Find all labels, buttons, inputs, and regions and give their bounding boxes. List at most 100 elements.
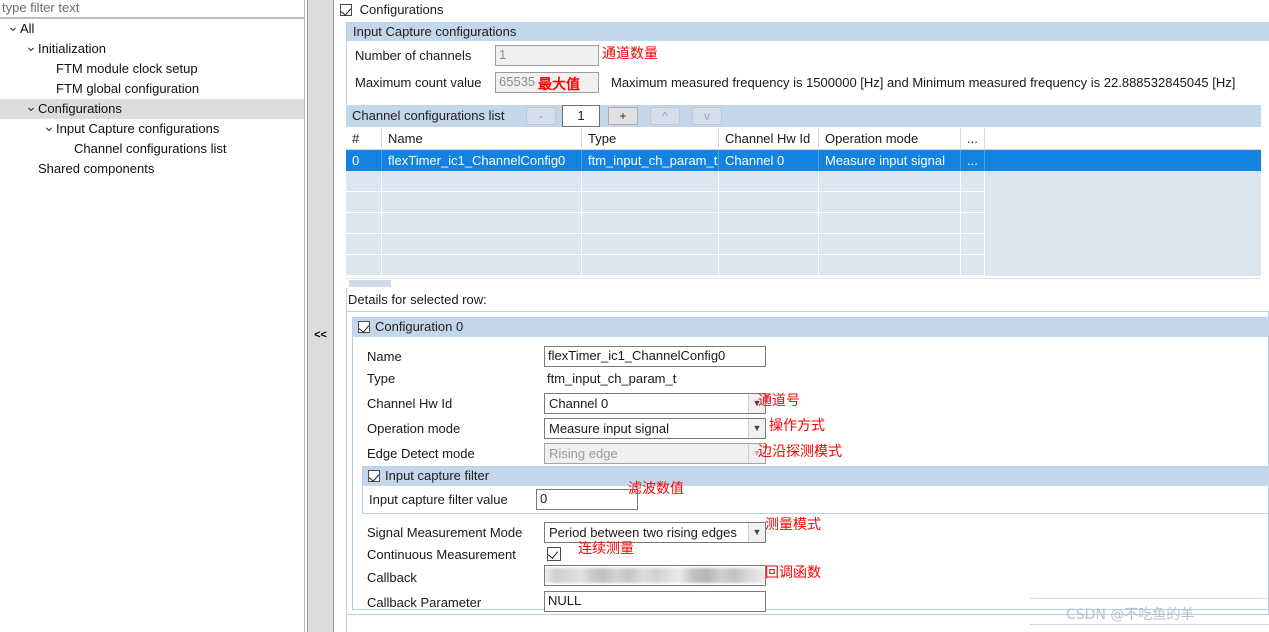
input-capture-filter-title-bar bbox=[363, 467, 1269, 486]
table-cell bbox=[819, 255, 961, 276]
annotation-edge-detect: 边沿探测模式 bbox=[758, 444, 842, 460]
configurations-checkbox[interactable] bbox=[340, 4, 352, 16]
signal-measurement-mode-label: Signal Measurement Mode bbox=[367, 525, 523, 540]
channel-count-input[interactable]: 1 bbox=[562, 105, 600, 127]
channel-list-toolbar: Channel configurations list - 1 + ^ v bbox=[346, 105, 1261, 127]
collapse-panel-button[interactable]: << bbox=[311, 329, 330, 341]
tree-item-shared-components[interactable]: Shared components bbox=[0, 159, 304, 179]
chevron-down-icon[interactable]: ⌄ bbox=[42, 119, 56, 133]
table-row[interactable] bbox=[346, 192, 1261, 213]
application-window: type filter text ⌄All ⌄Initialization FTM… bbox=[0, 0, 1269, 632]
operation-mode-dropdown[interactable]: Measure input signal ▼ bbox=[544, 418, 766, 439]
table-cell bbox=[346, 213, 382, 234]
table-body: 0 flexTimer_ic1_ChannelConfig0 ftm_input_c… bbox=[346, 150, 1261, 276]
input-capture-group-title: Input Capture configurations bbox=[347, 23, 1269, 41]
table-row[interactable] bbox=[346, 255, 1261, 276]
input-capture-filter-checkbox[interactable] bbox=[368, 470, 380, 482]
table-cell bbox=[961, 192, 985, 213]
edge-detect-mode-value: Rising edge bbox=[549, 446, 618, 461]
name-label: Name bbox=[367, 349, 402, 364]
tree-item-all[interactable]: ⌄All bbox=[0, 19, 304, 39]
table-cell-filler bbox=[985, 150, 1261, 171]
tree-item-input-capture-configurations[interactable]: ⌄Input Capture configurations bbox=[0, 119, 304, 139]
annotation-filter-value: 滤波数值 bbox=[628, 481, 684, 497]
configuration-editor: Configurations Input Capture configurati… bbox=[338, 0, 1269, 632]
details-section-label: Details for selected row: bbox=[348, 292, 487, 307]
table-cell bbox=[382, 192, 582, 213]
table-cell-filler bbox=[985, 192, 1261, 213]
table-row[interactable] bbox=[346, 213, 1261, 234]
tree-item-ftm-global-configuration[interactable]: FTM global configuration bbox=[0, 79, 304, 99]
tree-filter-box[interactable]: type filter text bbox=[0, 0, 305, 18]
table-cell bbox=[382, 213, 582, 234]
tree-item-channel-configurations-list[interactable]: Channel configurations list bbox=[0, 139, 304, 159]
table-cell bbox=[582, 171, 719, 192]
edge-detect-mode-dropdown[interactable]: Rising edge ▼ bbox=[544, 443, 766, 464]
tree-item-label: Shared components bbox=[38, 161, 155, 176]
table-cell bbox=[382, 255, 582, 276]
chevron-down-icon: ▼ bbox=[748, 419, 765, 438]
input-capture-filter-value-input[interactable]: 0 bbox=[536, 489, 638, 510]
annotation-channel-count: 通道数量 bbox=[602, 46, 658, 62]
type-value: ftm_input_ch_param_t bbox=[547, 371, 677, 386]
tree-filter-placeholder: type filter text bbox=[2, 0, 80, 15]
table-cell-filler bbox=[985, 255, 1261, 276]
move-up-button[interactable]: ^ bbox=[650, 107, 680, 125]
table-column-header[interactable]: # bbox=[346, 128, 382, 149]
operation-mode-label: Operation mode bbox=[367, 421, 461, 436]
table-column-header[interactable]: Name bbox=[382, 128, 582, 149]
table-cell bbox=[719, 213, 819, 234]
channel-hw-id-label: Channel Hw Id bbox=[367, 396, 453, 411]
chevron-down-icon: ▼ bbox=[748, 523, 765, 542]
table-cell bbox=[582, 192, 719, 213]
name-input[interactable]: flexTimer_ic1_ChannelConfig0 bbox=[544, 346, 766, 367]
add-channel-button[interactable]: + bbox=[608, 107, 638, 125]
table-header-filler bbox=[985, 128, 1261, 149]
tree-item-initialization[interactable]: ⌄Initialization bbox=[0, 39, 304, 59]
configuration-0-title: Configuration 0 bbox=[375, 319, 464, 334]
channel-hw-id-dropdown[interactable]: Channel 0 ▼ bbox=[544, 393, 766, 414]
tree-item-configurations[interactable]: ⌄Configurations bbox=[0, 99, 304, 119]
table-column-header[interactable]: Type bbox=[582, 128, 719, 149]
tree-item-ftm-module-clock-setup[interactable]: FTM module clock setup bbox=[0, 59, 304, 79]
remove-channel-button[interactable]: - bbox=[526, 107, 556, 125]
table-cell bbox=[346, 234, 382, 255]
channel-configurations-list-group: Channel configurations list - 1 + ^ v # N… bbox=[346, 105, 1261, 288]
panel-splitter[interactable] bbox=[307, 0, 334, 632]
table-column-header[interactable]: Operation mode bbox=[819, 128, 961, 149]
move-down-button[interactable]: v bbox=[692, 107, 722, 125]
table-horizontal-scrollbar[interactable] bbox=[346, 278, 1261, 288]
configurations-root-row[interactable]: Configurations bbox=[340, 2, 443, 18]
callback-input[interactable] bbox=[544, 565, 766, 586]
input-capture-filter-title: Input capture filter bbox=[385, 468, 490, 483]
table-cell-filler bbox=[985, 213, 1261, 234]
continuous-measurement-checkbox[interactable] bbox=[547, 547, 561, 561]
configuration-0-checkbox[interactable] bbox=[358, 321, 370, 333]
table-cell bbox=[382, 171, 582, 192]
table-cell bbox=[819, 234, 961, 255]
table-row[interactable]: 0 flexTimer_ic1_ChannelConfig0 ftm_input_c… bbox=[346, 150, 1261, 171]
table-row[interactable] bbox=[346, 234, 1261, 255]
number-of-channels-label: Number of channels bbox=[355, 48, 472, 63]
number-of-channels-input[interactable]: 1 bbox=[495, 45, 599, 66]
component-tree-panel: type filter text ⌄All ⌄Initialization FTM… bbox=[0, 0, 306, 632]
scrollbar-thumb[interactable] bbox=[349, 280, 391, 287]
configurations-root-label: Configurations bbox=[359, 2, 444, 17]
table-cell: ... bbox=[961, 150, 985, 171]
table-cell-filler bbox=[985, 171, 1261, 192]
table-column-header[interactable]: Channel Hw Id bbox=[719, 128, 819, 149]
table-column-header[interactable]: ... bbox=[961, 128, 985, 149]
annotation-operation-method: 操作方式 bbox=[769, 418, 825, 434]
chevron-down-icon[interactable]: ⌄ bbox=[24, 99, 38, 113]
channel-configurations-table[interactable]: # Name Type Channel Hw Id Operation mode... … bbox=[346, 128, 1261, 278]
callback-parameter-input[interactable]: NULL bbox=[544, 591, 766, 612]
chevron-down-icon[interactable]: ⌄ bbox=[6, 19, 20, 33]
input-capture-filter-group: Input capture filter Input capture filte… bbox=[362, 466, 1269, 514]
annotation-channel-number: 通道号 bbox=[758, 393, 800, 409]
chevron-down-icon[interactable]: ⌄ bbox=[24, 39, 38, 53]
table-row[interactable] bbox=[346, 171, 1261, 192]
tree-view[interactable]: ⌄All ⌄Initialization FTM module clock set… bbox=[0, 18, 305, 632]
